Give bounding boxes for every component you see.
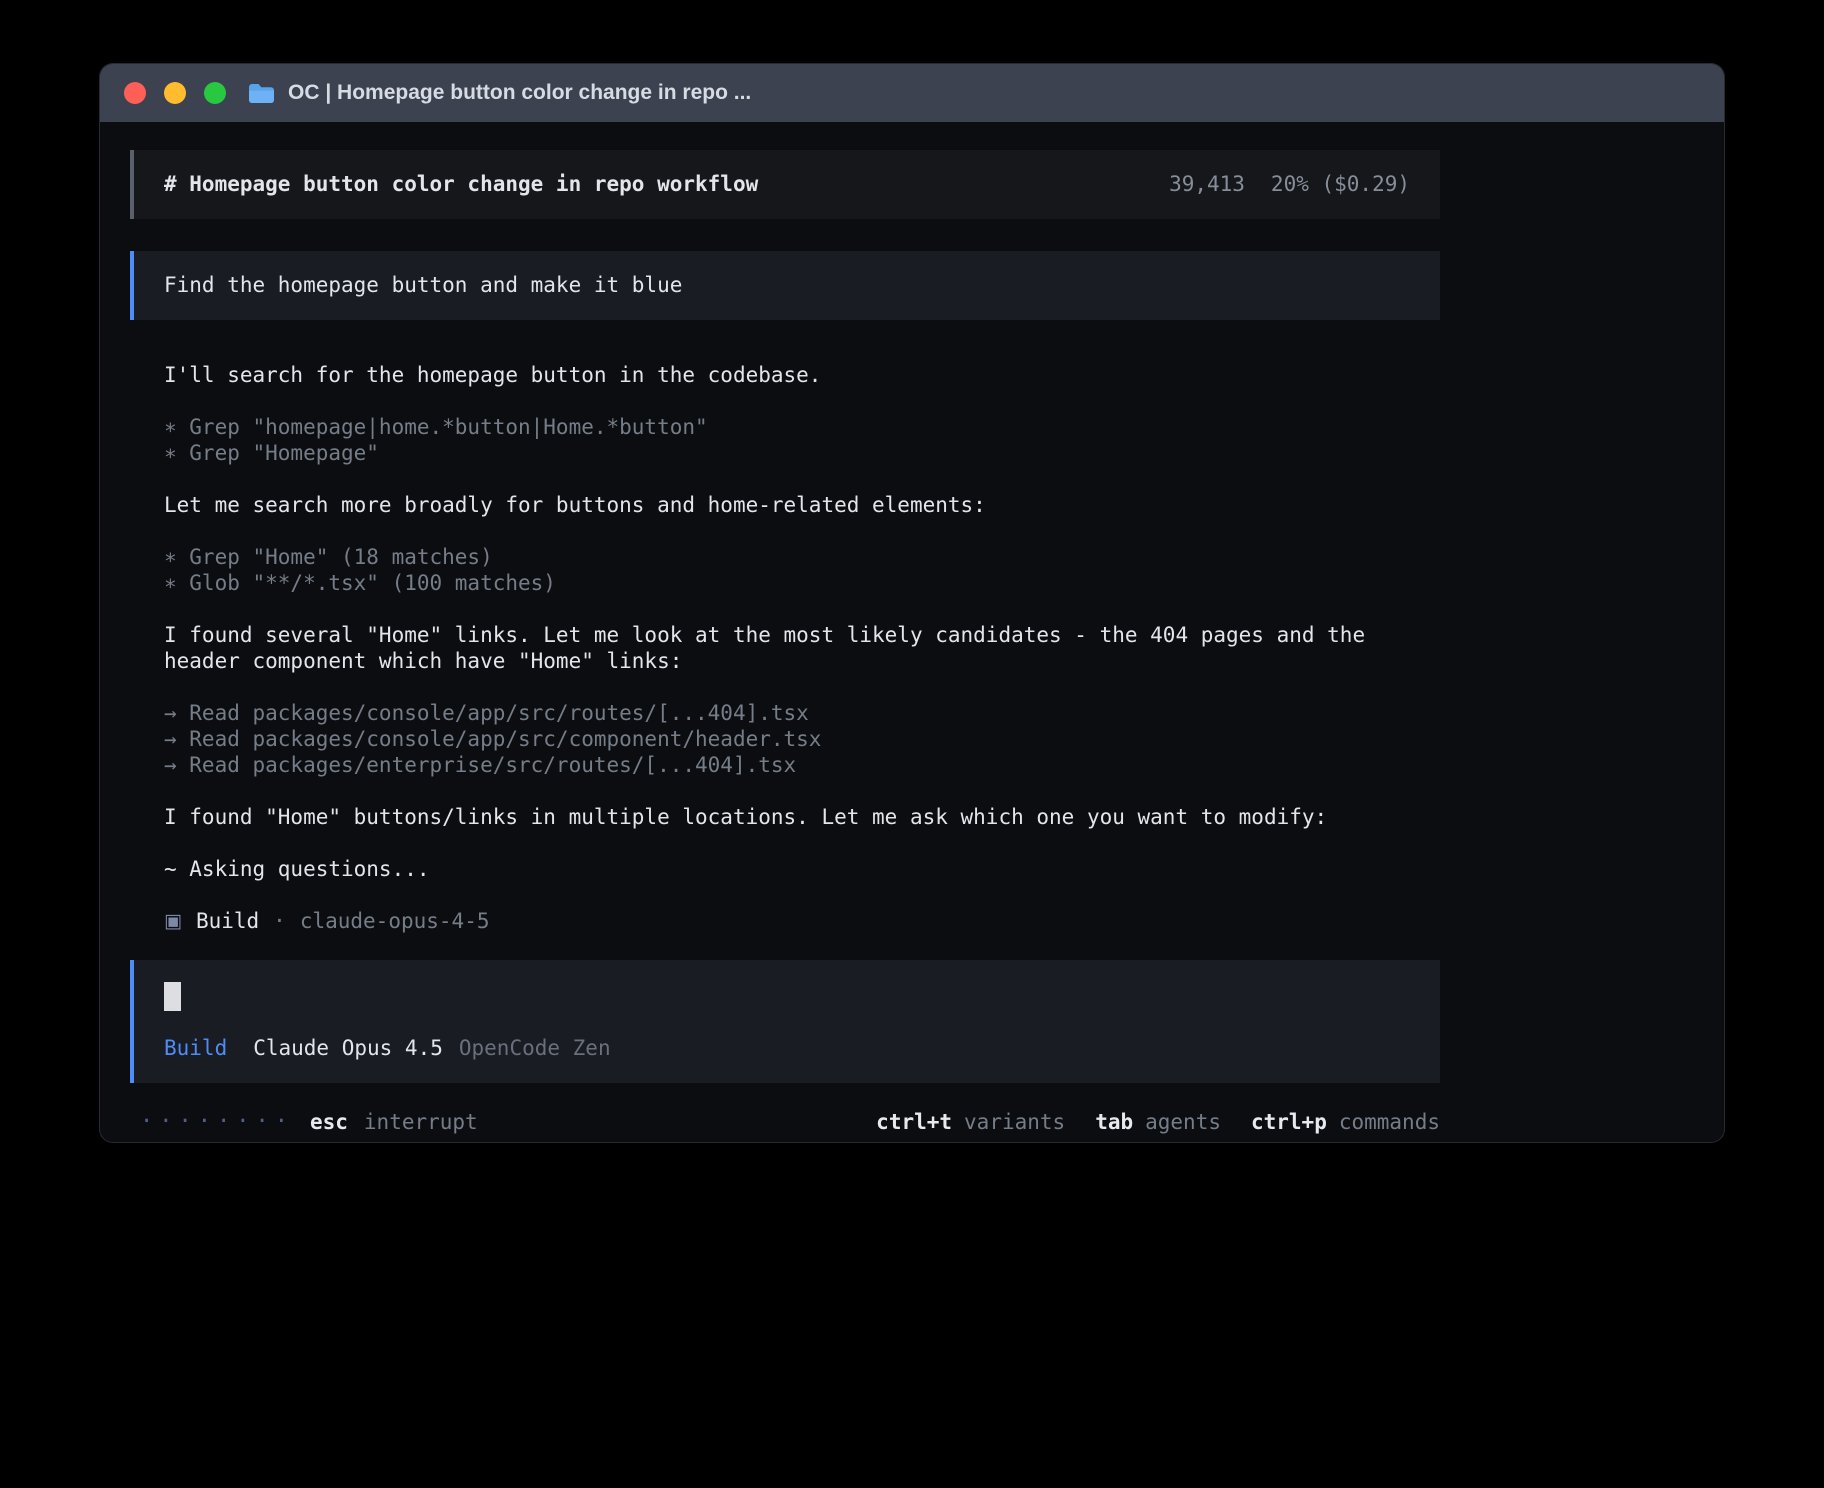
assistant-text: I found "Home" buttons/links in multiple… <box>164 804 1406 830</box>
close-button[interactable] <box>124 82 146 104</box>
assistant-paragraph: I'll search for the homepage button in t… <box>164 362 1406 388</box>
text-cursor <box>164 982 181 1011</box>
tool-call-grep: ∗ Grep "homepage|home.*button|Home.*butt… <box>164 414 1406 440</box>
tool-call-read: → Read packages/console/app/src/componen… <box>164 726 1406 752</box>
context-usage: 20% ($0.29) <box>1271 171 1410 198</box>
session-header: # Homepage button color change in repo w… <box>130 150 1440 219</box>
shortcut-key-esc: esc <box>310 1109 348 1135</box>
tool-call-glob: ∗ Glob "**/*.tsx" (100 matches) <box>164 570 1406 596</box>
assistant-text: Let me search more broadly for buttons a… <box>164 492 1406 518</box>
session-title: # Homepage button color change in repo w… <box>164 171 758 198</box>
shortcut-label-interrupt: interrupt <box>364 1109 478 1135</box>
tool-call-group: ∗ Grep "homepage|home.*button|Home.*butt… <box>164 414 1406 466</box>
terminal-content: # Homepage button color change in repo w… <box>100 122 1724 1135</box>
assistant-response: I'll search for the homepage button in t… <box>130 362 1440 934</box>
assistant-paragraph: Let me search more broadly for buttons a… <box>164 492 1406 518</box>
minimize-button[interactable] <box>164 82 186 104</box>
assistant-text: I'll search for the homepage button in t… <box>164 362 1406 388</box>
shortcut-key-agents: tab <box>1095 1109 1133 1135</box>
tool-call-read: → Read packages/console/app/src/routes/[… <box>164 700 1406 726</box>
prompt-input[interactable]: Build Claude Opus 4.5 OpenCode Zen <box>130 960 1440 1083</box>
agent-icon: ▣ <box>164 908 182 934</box>
shortcut-group: tab agents <box>1095 1109 1221 1135</box>
terminal-window: OC | Homepage button color change in rep… <box>100 64 1724 1142</box>
token-count: 39,413 <box>1169 171 1245 198</box>
window-title: OC | Homepage button color change in rep… <box>288 81 751 105</box>
shortcut-label-variants: variants <box>964 1109 1065 1135</box>
folder-icon <box>248 83 275 104</box>
traffic-lights <box>124 82 226 104</box>
shortcut-group: ctrl+p commands <box>1251 1109 1440 1135</box>
status-bar: ········ esc interrupt ctrl+t variants t… <box>130 1109 1440 1135</box>
window-title-group: OC | Homepage button color change in rep… <box>248 81 751 105</box>
provider-label: OpenCode Zen <box>459 1035 611 1061</box>
agent-mode-label[interactable]: Build <box>164 1035 227 1061</box>
agent-model: claude-opus-4-5 <box>300 908 490 934</box>
status-right: ctrl+t variants tab agents ctrl+p comman… <box>876 1109 1440 1135</box>
agent-status-line: ▣ Build · claude-opus-4-5 <box>164 908 1406 934</box>
user-message-text: Find the homepage button and make it blu… <box>164 273 682 297</box>
session-stats: 39,413 20% ($0.29) <box>1169 171 1410 198</box>
asking-questions-status: ~ Asking questions... <box>164 856 1406 882</box>
agent-separator: · <box>273 908 286 934</box>
tool-call-read: → Read packages/enterprise/src/routes/[.… <box>164 752 1406 778</box>
shortcut-key-variants: ctrl+t <box>876 1109 952 1135</box>
tool-call-grep: ∗ Grep "Homepage" <box>164 440 1406 466</box>
tool-call-group: → Read packages/console/app/src/routes/[… <box>164 700 1406 778</box>
titlebar[interactable]: OC | Homepage button color change in rep… <box>100 64 1724 122</box>
assistant-paragraph: I found several "Home" links. Let me loo… <box>164 622 1406 674</box>
agent-name: Build <box>196 908 259 934</box>
status-left: ········ esc interrupt <box>140 1109 478 1135</box>
assistant-status: ~ Asking questions... <box>164 856 1406 882</box>
user-message: Find the homepage button and make it blu… <box>130 251 1440 320</box>
assistant-paragraph: I found "Home" buttons/links in multiple… <box>164 804 1406 830</box>
model-label[interactable]: Claude Opus 4.5 <box>253 1035 443 1061</box>
tool-call-grep: ∗ Grep "Home" (18 matches) <box>164 544 1406 570</box>
zoom-button[interactable] <box>204 82 226 104</box>
tool-call-group: ∗ Grep "Home" (18 matches) ∗ Glob "**/*.… <box>164 544 1406 596</box>
assistant-text: I found several "Home" links. Let me loo… <box>164 622 1406 674</box>
shortcut-key-commands: ctrl+p <box>1251 1109 1327 1135</box>
shortcut-label-commands: commands <box>1339 1109 1440 1135</box>
shortcut-label-agents: agents <box>1145 1109 1221 1135</box>
progress-dots: ········ <box>140 1109 294 1135</box>
input-meta: Build Claude Opus 4.5 OpenCode Zen <box>164 1035 1410 1061</box>
